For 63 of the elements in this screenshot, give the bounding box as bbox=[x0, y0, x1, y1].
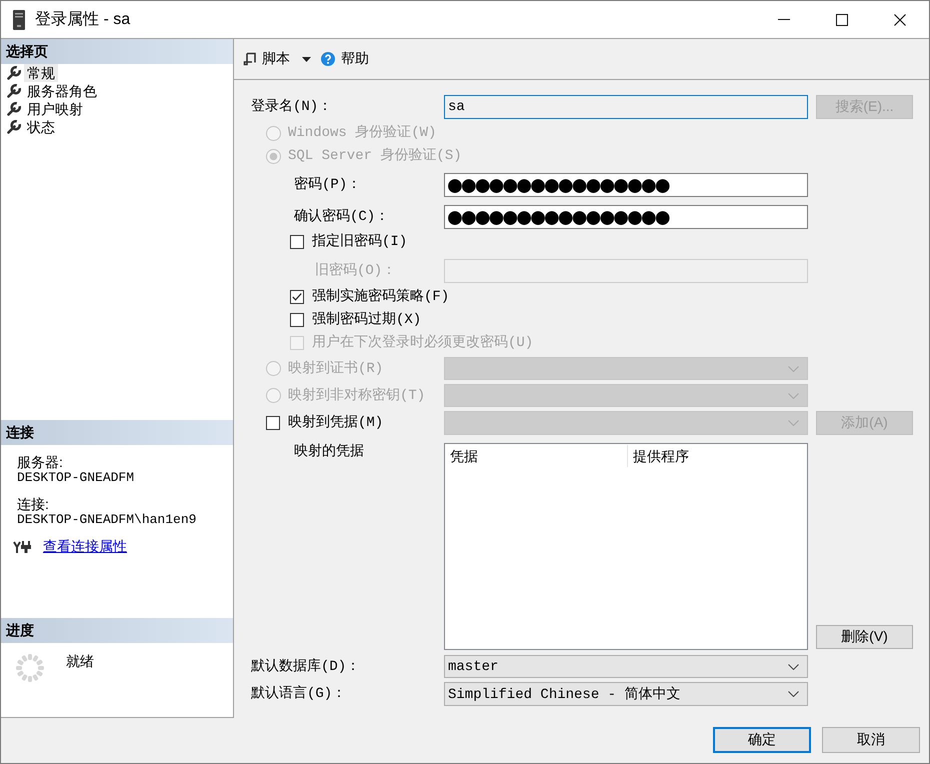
password-field[interactable]: ●●●●●●●●●●●●●●●● bbox=[444, 205, 808, 229]
close-icon bbox=[894, 14, 906, 26]
text-field[interactable]: sa bbox=[444, 95, 808, 119]
wrench-icon bbox=[7, 120, 21, 134]
column-header[interactable]: 凭据 bbox=[445, 445, 628, 467]
radio-label: 映射到非对称密钥(T) bbox=[288, 386, 426, 404]
script-button[interactable]: 脚本 bbox=[240, 48, 314, 70]
field-label: 映射的凭据 bbox=[294, 443, 364, 461]
section-header: 选择页 bbox=[1, 39, 233, 64]
chevron-icon bbox=[788, 366, 799, 372]
checkbox-label: 指定旧密码(I) bbox=[312, 233, 408, 251]
info-label: 服务器: bbox=[17, 454, 64, 470]
radio-label: 映射到证书(R) bbox=[288, 360, 384, 378]
radio-label: Windows 身份验证(W) bbox=[288, 124, 436, 142]
field-label: 登录名(N)： bbox=[251, 98, 332, 116]
wrench-icon bbox=[7, 102, 21, 116]
info-value: DESKTOP-GNEADFM bbox=[17, 470, 136, 486]
info-label: 连接: bbox=[17, 496, 50, 512]
dropdown[interactable]: master bbox=[444, 655, 808, 678]
chevron-icon bbox=[788, 664, 799, 670]
wrench-icon bbox=[7, 66, 21, 80]
help-button[interactable]: 帮助 bbox=[318, 48, 372, 70]
minimize-icon bbox=[778, 19, 790, 20]
field-label: 密码(P)： bbox=[294, 176, 362, 194]
column-header[interactable]: 提供程序 bbox=[628, 445, 689, 467]
checkbox-label: 强制实施密码策略(F) bbox=[312, 288, 450, 306]
checkbox[interactable] bbox=[290, 290, 304, 304]
maximize-icon bbox=[836, 14, 848, 26]
field-label: 默认语言(G)： bbox=[251, 685, 346, 703]
connection-properties-link[interactable]: 查看连接属性 bbox=[43, 538, 127, 556]
dialog-button[interactable]: 确定 bbox=[713, 727, 811, 753]
info-value: DESKTOP-GNEADFM\han1en9 bbox=[17, 512, 198, 528]
chevron-icon bbox=[788, 392, 799, 398]
chevron-icon bbox=[788, 420, 799, 426]
checkbox-label: 映射到凭据(M) bbox=[288, 414, 384, 432]
checkbox[interactable] bbox=[266, 416, 280, 430]
chevron-icon bbox=[788, 691, 799, 697]
window-title: 登录属性 - sa bbox=[35, 10, 130, 30]
checkbox[interactable] bbox=[290, 235, 304, 249]
field-label: 默认数据库(D)： bbox=[251, 658, 360, 676]
server-icon bbox=[13, 10, 25, 30]
page-item[interactable]: 服务器角色 bbox=[24, 82, 100, 100]
section-header: 进度 bbox=[1, 618, 233, 643]
page-item[interactable]: 状态 bbox=[24, 118, 58, 136]
checkbox[interactable] bbox=[290, 313, 304, 327]
remove-button[interactable]: 删除(V) bbox=[816, 625, 913, 649]
checkbox-label: 强制密码过期(X) bbox=[312, 311, 422, 329]
status-text: 就绪 bbox=[66, 653, 94, 669]
dropdown[interactable]: Simplified Chinese - 简体中文 bbox=[444, 682, 808, 706]
section-header: 连接 bbox=[1, 420, 233, 445]
field-label: 旧密码(O)： bbox=[315, 262, 396, 280]
plug-icon bbox=[13, 540, 33, 554]
wrench-icon bbox=[7, 84, 21, 98]
page-item[interactable]: 常规 bbox=[24, 64, 58, 82]
checkbox-label: 用户在下次登录时必须更改密码(U) bbox=[312, 334, 534, 352]
field-label: 确认密码(C)： bbox=[294, 208, 390, 226]
page-item[interactable]: 用户映射 bbox=[24, 100, 86, 118]
spinner-icon bbox=[15, 653, 45, 683]
radio-label: SQL Server 身份验证(S) bbox=[288, 147, 462, 165]
script-icon bbox=[243, 52, 256, 66]
help-icon bbox=[321, 52, 335, 66]
dialog-button[interactable]: 取消 bbox=[822, 727, 920, 753]
password-field[interactable]: ●●●●●●●●●●●●●●●● bbox=[444, 173, 808, 197]
